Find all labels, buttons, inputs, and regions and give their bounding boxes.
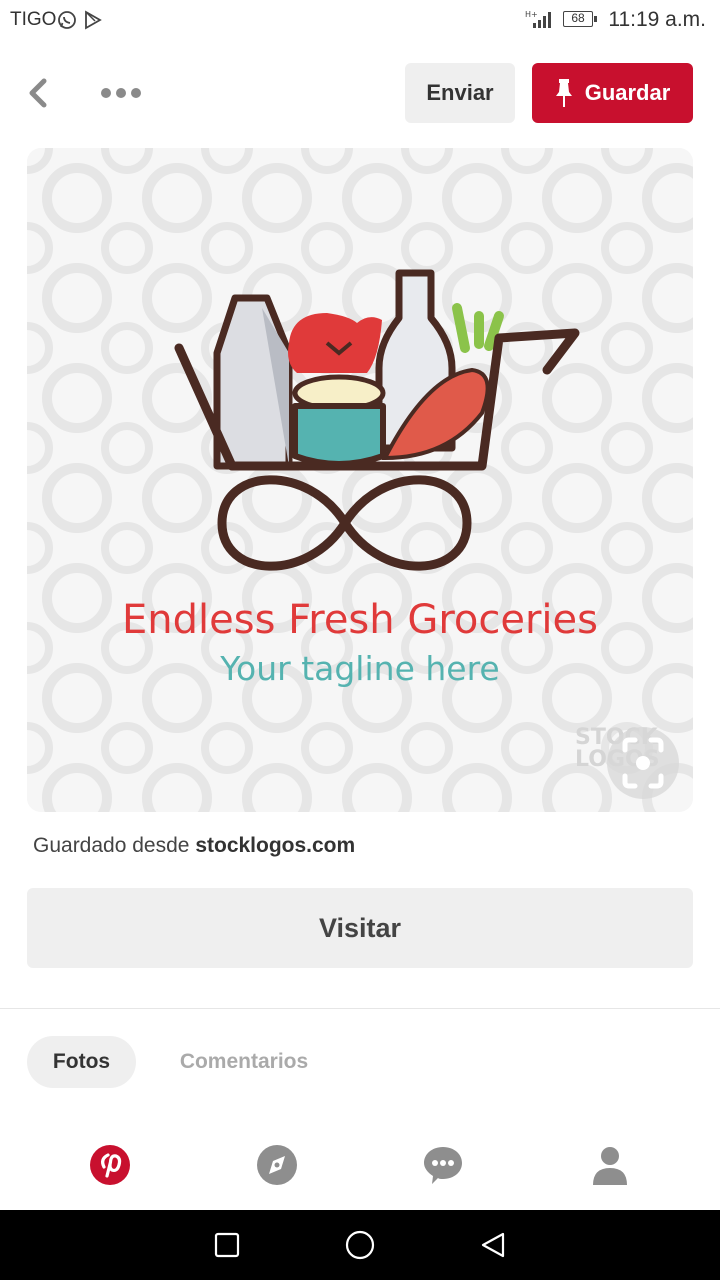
system-back-button[interactable]: [475, 1227, 511, 1263]
compass-icon: [257, 1145, 297, 1185]
more-options-button[interactable]: [96, 77, 146, 109]
recent-apps-button[interactable]: [209, 1227, 245, 1263]
back-button[interactable]: [18, 73, 58, 113]
visit-button[interactable]: Visitar: [27, 888, 693, 968]
nav-messages[interactable]: [421, 1143, 465, 1187]
chevron-left-icon: [29, 78, 47, 108]
profile-icon: [593, 1147, 627, 1185]
save-button[interactable]: Guardar: [532, 63, 693, 123]
section-divider: [0, 1008, 720, 1009]
chat-bubble-icon: [424, 1147, 462, 1184]
clock: 11:19 a.m.: [608, 8, 706, 31]
more-dot-icon: [131, 88, 141, 98]
carrier-name: TIGO: [10, 9, 57, 30]
send-button[interactable]: Enviar: [405, 63, 515, 123]
whatsapp-icon: [57, 10, 77, 35]
more-dot-icon: [101, 88, 111, 98]
source-domain-link[interactable]: stocklogos.com: [195, 834, 355, 857]
battery-indicator: 68: [563, 11, 597, 27]
circle-icon: [345, 1230, 375, 1260]
system-navigation-bar: [0, 1210, 720, 1280]
save-button-label: Guardar: [584, 80, 671, 105]
svg-text:H+: H+: [525, 10, 538, 19]
logo-title: Endless Fresh Groceries: [122, 597, 598, 643]
status-bar: TIGO H+ 68 11:19 a.m.: [0, 0, 720, 42]
tab-comments[interactable]: Comentarios: [158, 1036, 330, 1088]
play-store-icon: [83, 10, 103, 35]
square-icon: [214, 1232, 240, 1258]
bottom-navigation: [0, 1125, 720, 1210]
signal-icon: H+: [525, 9, 555, 34]
triangle-back-icon: [481, 1232, 505, 1258]
logo-tagline: Your tagline here: [219, 649, 499, 688]
more-dot-icon: [116, 88, 126, 98]
pin-image[interactable]: Endless Fresh Groceries Your tagline her…: [27, 148, 693, 812]
nav-home[interactable]: [88, 1143, 132, 1187]
tab-photos[interactable]: Fotos: [27, 1036, 136, 1088]
pushpin-icon: [555, 79, 572, 107]
pinterest-logo-icon: [90, 1145, 130, 1185]
nav-profile[interactable]: [588, 1143, 632, 1187]
nav-explore[interactable]: [255, 1143, 299, 1187]
source-prefix: Guardado desde: [33, 834, 190, 857]
home-button[interactable]: [342, 1227, 378, 1263]
pin-source: Guardado desde stocklogos.com: [33, 834, 355, 858]
pin-header: Enviar Guardar: [0, 55, 720, 135]
visual-search-icon[interactable]: [607, 727, 679, 799]
